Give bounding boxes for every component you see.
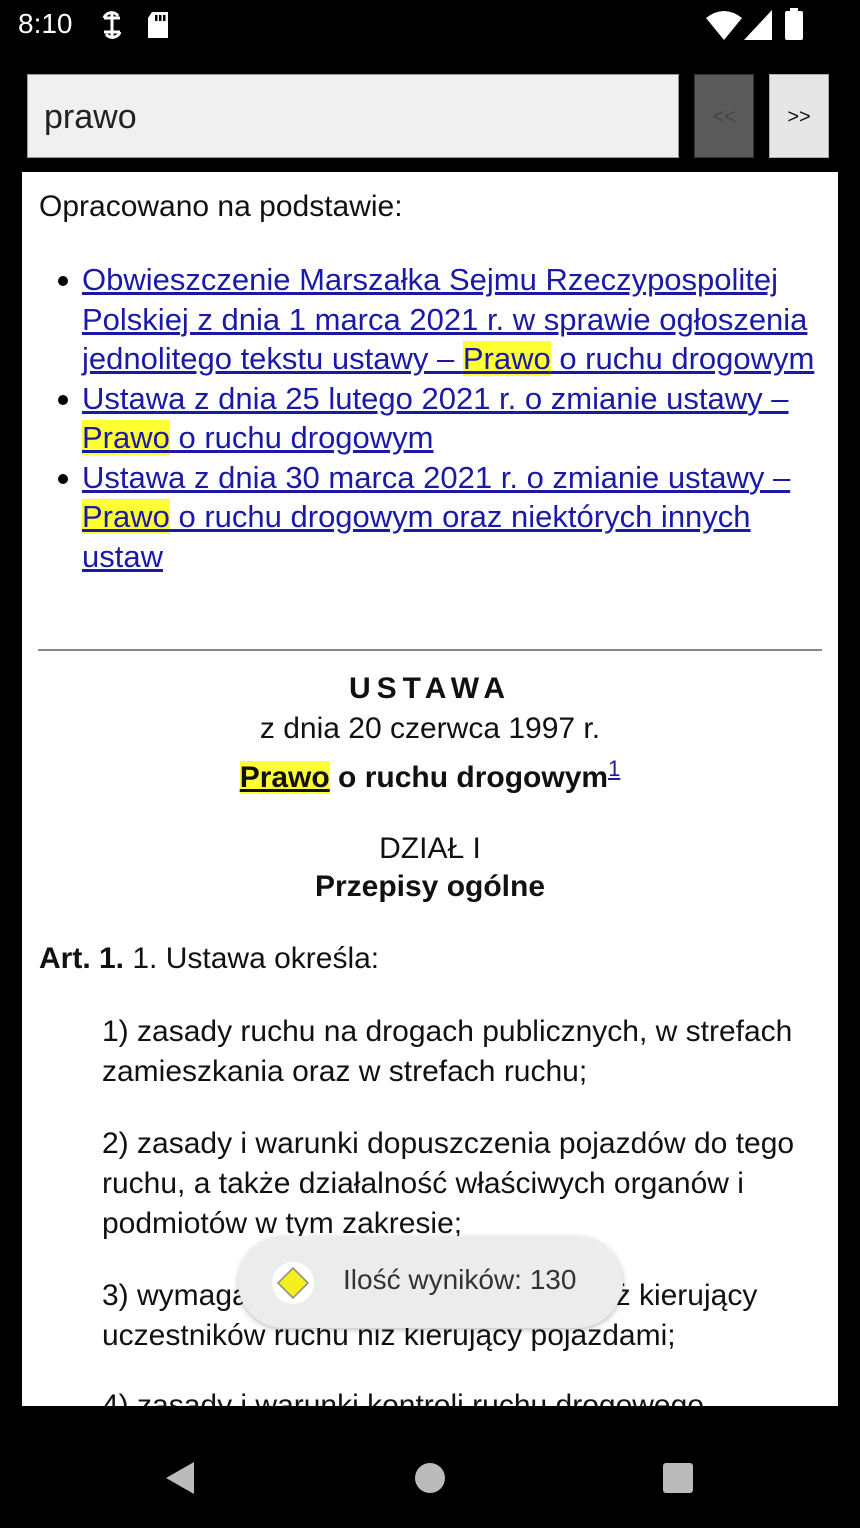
document-heading: USTAWA	[348, 672, 512, 705]
search-highlight: Prawo	[82, 499, 170, 534]
source-item[interactable]: Ustawa z dnia 30 marca 2021 r. o zmianie…	[58, 458, 822, 577]
source-link: Ustawa z dnia 25 lutego 2021 r. o zmiani…	[82, 380, 789, 455]
previous-result-button[interactable]: <<	[694, 74, 754, 158]
home-icon[interactable]	[414, 1462, 446, 1498]
status-bar: 8:10	[0, 0, 860, 50]
status-time: 8:10	[18, 8, 73, 39]
signal-icon	[744, 10, 772, 44]
division-label: DZIAŁ I	[379, 832, 481, 865]
source-link: Obwieszczenie Marszałka Sejmu Rzeczyposp…	[82, 262, 815, 376]
article-point: 2) zasady i warunki dopuszczenia pojazdó…	[102, 1127, 795, 1240]
results-count: Ilość wyników: 130	[343, 1264, 577, 1295]
search-highlight: Prawo	[239, 761, 330, 794]
divider	[38, 649, 822, 651]
search-input[interactable]: prawo	[27, 74, 679, 158]
results-toast: Ilość wyników: 130	[238, 1236, 623, 1328]
footnote-link[interactable]: 1	[608, 756, 620, 781]
sd-card-icon	[146, 10, 170, 44]
source-item[interactable]: Obwieszczenie Marszałka Sejmu Rzeczyposp…	[58, 260, 822, 379]
yellow-diamond-icon	[272, 1262, 314, 1304]
search-highlight: Prawo	[462, 341, 551, 376]
sources-intro: Opracowano na podstawie:	[39, 190, 403, 223]
next-result-button[interactable]: >>	[769, 74, 829, 158]
article-point: 1) zasady ruchu na drogach publicznych, …	[102, 1015, 793, 1088]
search-highlight: Prawo	[82, 420, 170, 455]
source-link: Ustawa z dnia 30 marca 2021 r. o zmianie…	[82, 459, 791, 574]
battery-icon	[784, 8, 804, 44]
document-title: Prawo o ruchu drogowym1	[239, 756, 621, 794]
sources-list: Obwieszczenie Marszałka Sejmu Rzeczyposp…	[58, 260, 822, 577]
document-view[interactable]: Opracowano na podstawie: Obwieszczenie M…	[22, 172, 838, 1406]
document-date: z dnia 20 czerwca 1997 r.	[259, 712, 601, 745]
article-heading: Art. 1. 1. Ustawa określa:	[39, 942, 380, 975]
wifi-icon	[706, 10, 742, 44]
back-icon[interactable]	[164, 1460, 196, 1500]
article-point: 4) zasady i warunki kontroli ruchu drogo…	[102, 1389, 704, 1406]
recents-icon[interactable]	[662, 1462, 694, 1498]
navigation-bar	[0, 1406, 860, 1528]
sync-icon	[98, 10, 126, 44]
source-item[interactable]: Ustawa z dnia 25 lutego 2021 r. o zmiani…	[58, 379, 822, 458]
division-title: Przepisy ogólne	[314, 870, 546, 903]
